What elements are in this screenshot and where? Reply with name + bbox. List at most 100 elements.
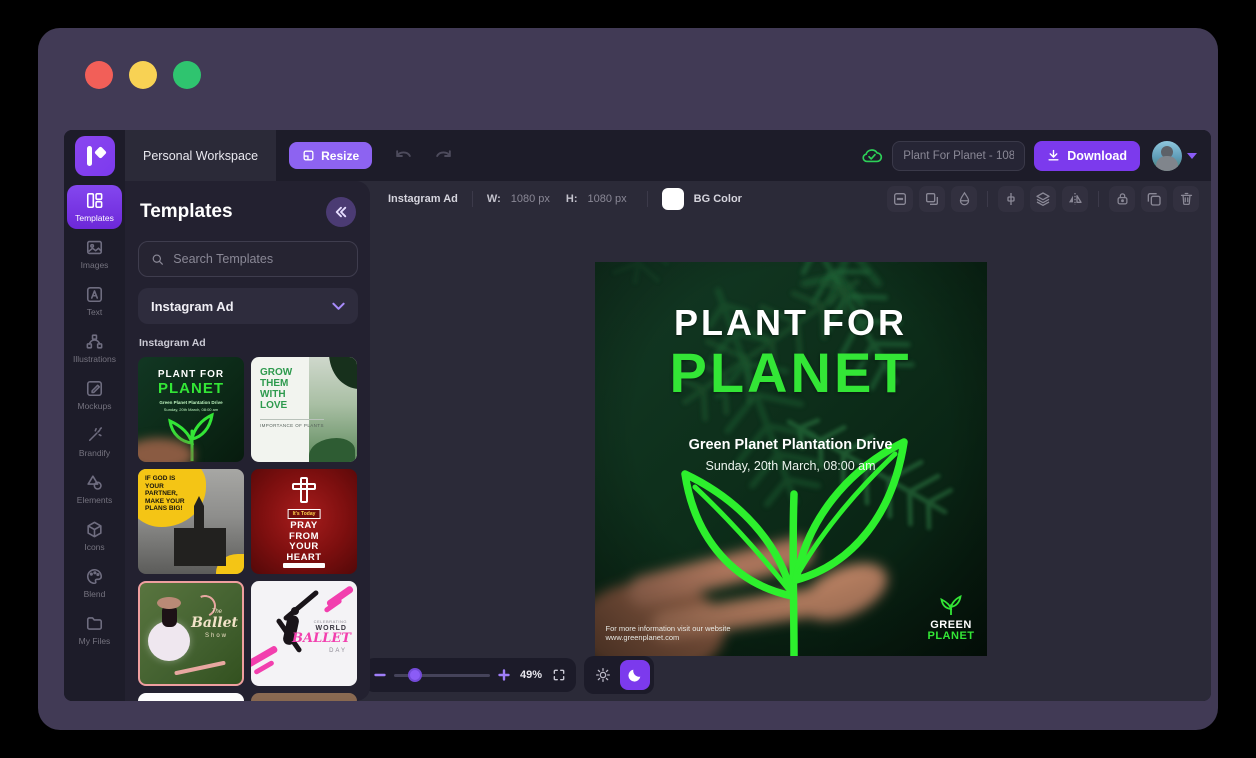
green-planet-logo[interactable]: GREEN PLANET <box>928 593 975 642</box>
blend-palette-icon <box>85 567 104 586</box>
delete-button[interactable] <box>1173 186 1199 212</box>
design-datetime[interactable]: Sunday, 20th March, 08:00 am <box>595 459 987 473</box>
fullscreen-button[interactable] <box>552 668 566 682</box>
design-title-line2[interactable]: PLANET <box>595 340 987 405</box>
redo-icon[interactable] <box>434 148 453 164</box>
double-chevron-left-icon <box>334 206 348 218</box>
dark-mode-button[interactable] <box>620 660 650 690</box>
width-label: W: <box>487 193 501 205</box>
zoom-slider-knob[interactable] <box>408 668 422 682</box>
illustrations-icon <box>85 332 104 351</box>
elements-icon <box>85 473 104 492</box>
template-grid: PLANT FOR PLANET Green Planet Plantation… <box>138 357 358 701</box>
template-card-plant-for-planet[interactable]: PLANT FOR PLANET Green Planet Plantation… <box>138 357 244 462</box>
sidebar-item-templates[interactable]: Templates <box>67 185 122 229</box>
height-label: H: <box>566 193 578 205</box>
maximize-window-button[interactable] <box>173 61 201 89</box>
width-value[interactable]: 1080 px <box>511 193 550 205</box>
zoom-slider[interactable] <box>394 674 490 677</box>
theme-toggle <box>584 656 654 694</box>
template-card-pray-from-heart[interactable]: It's Today PRAY FROM YOUR HEART <box>251 469 357 574</box>
chevron-down-icon <box>1187 153 1197 159</box>
account-menu[interactable] <box>1152 141 1197 171</box>
section-label: Instagram Ad <box>139 337 357 349</box>
design-canvas[interactable]: PLANT FOR PLANET Green Planet Plantation… <box>595 262 987 656</box>
canvas-type-label: Instagram Ad <box>388 193 458 205</box>
sidebar-item-elements[interactable]: Elements <box>67 467 122 511</box>
template-card-world-ballet-day[interactable]: CELEBRATING WORLD BALLET DAY <box>251 581 357 686</box>
app-logo[interactable] <box>75 136 115 176</box>
workspace-tab[interactable]: Personal Workspace <box>125 130 276 181</box>
sidebar-item-mockups[interactable]: Mockups <box>67 373 122 417</box>
sidebar-item-illustrations[interactable]: Illustrations <box>67 326 122 370</box>
bg-color-label: BG Color <box>694 193 742 205</box>
sidebar-item-my-files[interactable]: My Files <box>67 608 122 652</box>
align-center-icon <box>1003 191 1019 207</box>
align-button[interactable] <box>998 186 1024 212</box>
lock-button[interactable] <box>1109 186 1135 212</box>
template-card-the-ballet-show[interactable]: The Ballet Show <box>138 581 244 686</box>
stage: PLANT FOR PLANET Green Planet Plantation… <box>370 216 1211 701</box>
template-card-grow-them-with-love[interactable]: GROW THEM WITH LOVE IMPORTANCE OF PLANTS <box>251 357 357 462</box>
lock-icon <box>1115 191 1130 206</box>
search-templates-input[interactable] <box>173 252 345 266</box>
sidebar-item-brandify[interactable]: Brandify <box>67 420 122 464</box>
layers-button[interactable] <box>1030 186 1056 212</box>
brandify-icon <box>85 426 104 445</box>
template-card-partial[interactable] <box>138 693 244 701</box>
search-icon <box>151 252 164 267</box>
sun-icon <box>595 667 611 683</box>
flip-button[interactable] <box>1062 186 1088 212</box>
logo-icon <box>87 146 92 166</box>
overlap-button[interactable] <box>919 186 945 212</box>
left-rail: Templates Images Text Illustrations Mock… <box>64 181 125 701</box>
zoom-out-button[interactable] <box>374 669 386 681</box>
template-card-partial[interactable] <box>251 693 357 701</box>
resize-icon <box>302 149 315 162</box>
zoom-controls: 49% <box>364 658 576 692</box>
plus-icon <box>498 669 510 681</box>
app-body: Templates Images Text Illustrations Mock… <box>64 181 1211 701</box>
collapse-panel-button[interactable] <box>326 197 356 227</box>
category-selected: Instagram Ad <box>151 299 234 314</box>
design-subtitle[interactable]: Green Planet Plantation Drive <box>595 437 987 453</box>
duplicate-button[interactable] <box>1141 186 1167 212</box>
trash-icon <box>1179 191 1194 206</box>
minus-icon <box>374 669 386 681</box>
zoom-in-button[interactable] <box>498 669 510 681</box>
design-footer[interactable]: For more information visit our website w… <box>606 624 731 642</box>
history-controls <box>394 148 453 164</box>
bg-color-swatch[interactable] <box>662 188 684 210</box>
sidebar-item-text[interactable]: Text <box>67 279 122 323</box>
download-icon <box>1047 149 1060 162</box>
flip-icon <box>1067 191 1083 207</box>
category-dropdown[interactable]: Instagram Ad <box>138 288 358 324</box>
height-value[interactable]: 1080 px <box>588 193 627 205</box>
close-window-button[interactable] <box>85 61 113 89</box>
sidebar-item-images[interactable]: Images <box>67 232 122 276</box>
undo-icon[interactable] <box>394 148 413 164</box>
opacity-button[interactable] <box>951 186 977 212</box>
sidebar-item-icons[interactable]: Icons <box>67 514 122 558</box>
template-card-church-plans[interactable]: IF GOD IS YOUR PARTNER, MAKE YOUR PLANS … <box>138 469 244 574</box>
icons-cube-icon <box>85 520 104 539</box>
margins-button[interactable] <box>887 186 913 212</box>
margins-icon <box>892 191 908 207</box>
minimize-window-button[interactable] <box>129 61 157 89</box>
moon-icon <box>627 667 643 683</box>
sidebar-item-blend[interactable]: Blend <box>67 561 122 605</box>
cloud-synced-icon <box>861 147 883 164</box>
resize-button[interactable]: Resize <box>289 142 372 169</box>
logo-diamond-icon <box>94 146 107 159</box>
zoom-percentage: 49% <box>518 669 544 681</box>
download-button[interactable]: Download <box>1034 141 1140 171</box>
light-mode-button[interactable] <box>588 660 618 690</box>
canvas-tools <box>887 186 1199 212</box>
templates-panel: Templates Instagram Ad Instagram Ad <box>125 181 370 701</box>
folder-icon <box>85 614 104 633</box>
document-title-input[interactable] <box>892 141 1025 171</box>
images-icon <box>85 238 104 257</box>
logo-leaves-icon <box>934 593 968 615</box>
avatar <box>1152 141 1182 171</box>
design-title-line1[interactable]: PLANT FOR <box>595 302 987 344</box>
